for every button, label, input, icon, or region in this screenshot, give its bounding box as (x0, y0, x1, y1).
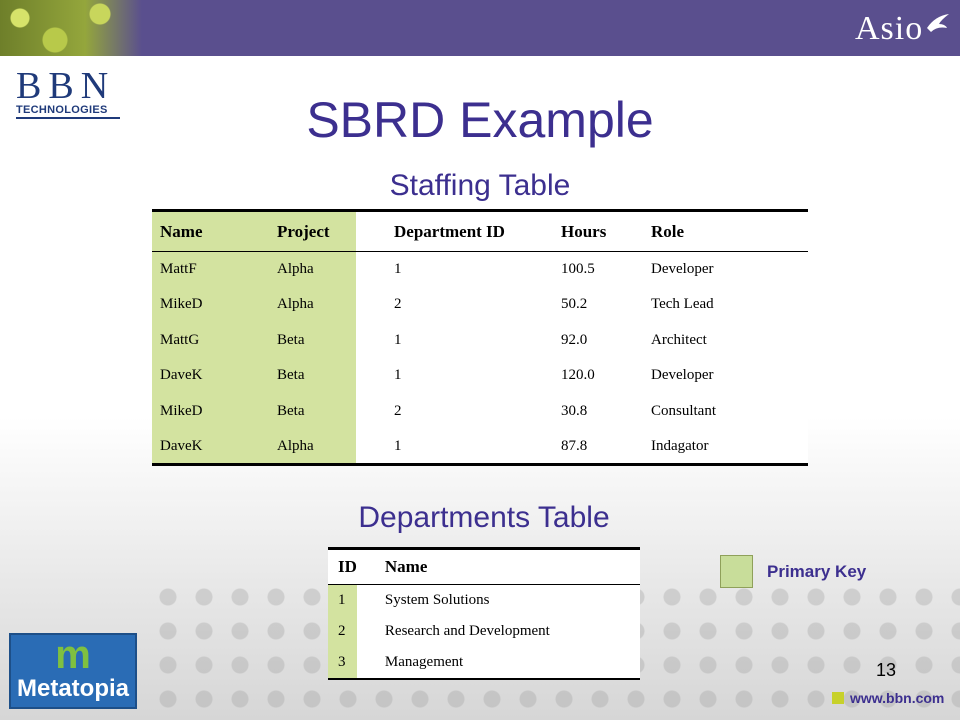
departments-cell-name: System Solutions (384, 592, 490, 608)
staffing-cell-hours: 92.0 (561, 331, 588, 348)
staffing-cell-role: Developer (651, 367, 714, 384)
bullet-square-icon (832, 692, 844, 704)
staffing-col-hours: Hours (553, 210, 643, 252)
staffing-cell-role: Developer (651, 261, 714, 277)
asio-logo-text: Asio (855, 10, 924, 47)
staffing-cell-project: Beta (269, 358, 356, 394)
primary-key-label: Primary Key (767, 561, 867, 581)
staffing-col-name: Name (152, 210, 269, 252)
staffing-cell-role: Architect (651, 331, 707, 348)
table-row: MattF Alpha 1 100.5 Developer (152, 251, 808, 287)
staffing-cell-role: Indagator (651, 437, 709, 454)
table-row: MikeD Alpha 2 50.2 Tech Lead (152, 287, 808, 323)
staffing-cell-hours: 30.8 (561, 402, 588, 419)
staffing-cell-hours: 120.0 (561, 367, 595, 384)
staffing-cell-project: Beta (269, 322, 356, 358)
table-row: 3 Management (328, 647, 640, 679)
staffing-cell-department-id: 2 (394, 296, 402, 313)
staffing-table-title: Staffing Table (389, 169, 571, 202)
departments-table-title: Departments Table (358, 501, 610, 534)
staffing-cell-name: DaveK (152, 429, 269, 465)
top-banner (0, 0, 960, 56)
staffing-cell-hours: 50.2 (561, 296, 588, 313)
staffing-col-role: Role (643, 210, 808, 252)
primary-key-swatch (720, 555, 753, 588)
slide-title: SBRD Example (306, 92, 654, 148)
staffing-cell-department-id: 2 (394, 402, 402, 419)
departments-col-name: Name (356, 548, 640, 585)
staffing-cell-role: Tech Lead (651, 296, 714, 313)
table-row: DaveK Alpha 1 87.8 Indagator (152, 429, 808, 465)
table-row: DaveK Beta 1 120.0 Developer (152, 358, 808, 394)
staffing-cell-department-id: 1 (394, 367, 402, 384)
footer-url-text: www.bbn.com (850, 690, 945, 706)
page-number: 13 (876, 660, 897, 680)
staffing-cell-hours: 100.5 (561, 261, 595, 277)
staffing-cell-project: Alpha (269, 251, 356, 287)
staffing-cell-hours: 87.8 (561, 437, 588, 454)
staffing-cell-department-id: 1 (394, 261, 402, 277)
table-row: MattG Beta 1 92.0 Architect (152, 322, 808, 358)
metatopia-mark: m (55, 633, 91, 677)
staffing-cell-name: DaveK (152, 358, 269, 394)
table-row: MikeD Beta 2 30.8 Consultant (152, 393, 808, 429)
table-row: 1 System Solutions (328, 584, 640, 616)
staffing-cell-department-id: 1 (394, 331, 402, 348)
staffing-cell-project: Alpha (269, 287, 356, 323)
staffing-cell-name: MattF (152, 251, 269, 287)
staffing-cell-role: Consultant (651, 402, 717, 419)
departments-cell-name: Management (384, 654, 464, 671)
departments-table: ID Name 1 System Solutions 2 Research an… (328, 547, 640, 680)
metatopia-logo: m Metatopia (9, 633, 137, 709)
staffing-cell-name: MattG (152, 322, 269, 358)
departments-cell-name: Research and Development (384, 623, 550, 640)
staffing-cell-department-id: 1 (394, 437, 402, 454)
departments-cell-id: 1 (328, 584, 357, 616)
staffing-cell-name: MikeD (152, 393, 269, 429)
staffing-cell-project: Beta (269, 393, 356, 429)
departments-header-row: ID Name (328, 548, 640, 585)
staffing-col-project: Project (269, 210, 356, 252)
staffing-cell-name: MikeD (152, 287, 269, 323)
banner-photo (0, 0, 142, 56)
staffing-table: Name Project Department ID Hours Role Ma… (152, 209, 808, 466)
departments-col-id: ID (328, 548, 357, 585)
staffing-col-department-id: Department ID (356, 210, 553, 252)
departments-cell-id: 3 (328, 647, 357, 679)
table-row: 2 Research and Development (328, 616, 640, 648)
asio-logo: Asio (855, 8, 951, 48)
primary-key-legend: Primary Key (720, 555, 866, 588)
bird-icon (927, 14, 950, 32)
footer-url: www.bbn.com (832, 690, 944, 706)
staffing-header-row: Name Project Department ID Hours Role (152, 210, 808, 252)
metatopia-wordmark: Metatopia (16, 675, 129, 702)
departments-cell-id: 2 (328, 616, 357, 648)
staffing-cell-project: Alpha (269, 429, 356, 465)
